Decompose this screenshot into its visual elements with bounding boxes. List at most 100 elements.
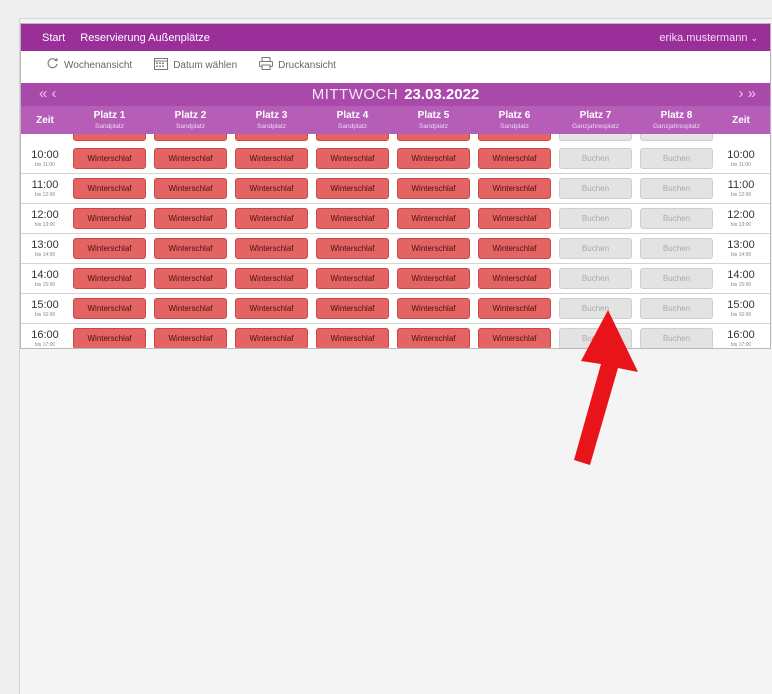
blocked-slot-button: Winterschlaf <box>154 268 227 289</box>
court-type: Sandplatz <box>419 123 448 130</box>
slot-start-time: 14:00 <box>31 268 59 281</box>
blocked-slot-button: Winterschlaf <box>235 268 308 289</box>
blocked-slot-button: Winterschlaf <box>316 208 389 229</box>
slot-cell: Buchen <box>636 174 717 203</box>
slot-cell: Winterschlaf <box>150 174 231 203</box>
court-name: Platz 8 <box>660 110 693 121</box>
slot-cell: Winterschlaf <box>69 174 150 203</box>
slot-start-time: 10:00 <box>727 148 755 161</box>
book-slot-button[interactable]: Buchen <box>559 238 632 259</box>
table-row: 15:00 bis 16:00 Winterschlaf Winterschlaf Wi… <box>21 294 770 324</box>
slot-start-time: 16:00 <box>727 328 755 341</box>
slot-cell: Winterschlaf <box>312 324 393 348</box>
zeit-column-header: Zeit <box>732 114 750 126</box>
blocked-slot-button: Winterschlaf <box>235 148 308 169</box>
slot-cell: Winterschlaf <box>69 204 150 233</box>
slot-start-time: 11:00 <box>31 178 59 191</box>
slot-cell: Winterschlaf <box>69 234 150 263</box>
book-slot-button[interactable]: Buchen <box>559 148 632 169</box>
slot-cell: Buchen <box>555 234 636 263</box>
slot-start-time: 13:00 <box>727 238 755 251</box>
slot-end-time: bis 15:00 <box>730 281 752 288</box>
slot-cell: Winterschlaf <box>231 324 312 348</box>
slot-cell: Buchen <box>636 204 717 233</box>
court-header-3: Platz 3 Sandplatz <box>231 106 312 134</box>
book-slot-button[interactable]: Buchen <box>640 298 713 319</box>
time-spacer <box>21 134 69 144</box>
blocked-slot-button: Winterschlaf <box>154 328 227 348</box>
next-day-arrows[interactable]: › » <box>738 85 756 102</box>
top-nav-bar: Start Reservierung Außenplätze erika.mus… <box>21 24 770 51</box>
blocked-slot-partial <box>316 134 389 141</box>
slot-cell <box>69 134 150 144</box>
nav-start-link[interactable]: Start <box>42 32 65 44</box>
table-row: 10:00 bis 11:00 Winterschlaf Winterschlaf Wi… <box>21 144 770 174</box>
slot-cell <box>150 134 231 144</box>
slot-cell: Winterschlaf <box>393 324 474 348</box>
choose-date-button[interactable]: Datum wählen <box>154 57 237 73</box>
slot-start-time: 16:00 <box>31 328 59 341</box>
slot-cell: Winterschlaf <box>474 234 555 263</box>
slot-start-time: 14:00 <box>727 268 755 281</box>
date-label: 23.03.2022 <box>404 86 480 103</box>
book-slot-button[interactable]: Buchen <box>640 268 713 289</box>
blocked-slot-button: Winterschlaf <box>73 268 146 289</box>
book-slot-button[interactable]: Buchen <box>640 328 713 348</box>
slot-end-time: bis 11:00 <box>731 161 751 168</box>
user-menu[interactable]: erika.mustermann ⌄ <box>659 32 770 44</box>
court-header-7: Platz 7 Ganzjahresplatz <box>555 106 636 134</box>
blocked-slot-button: Winterschlaf <box>397 298 470 319</box>
blocked-slot-button: Winterschlaf <box>73 178 146 199</box>
blocked-slot-button: Winterschlaf <box>478 238 551 259</box>
book-slot-partial <box>640 134 713 141</box>
blocked-slot-button: Winterschlaf <box>154 208 227 229</box>
blocked-slot-button: Winterschlaf <box>397 148 470 169</box>
slot-cell: Buchen <box>555 204 636 233</box>
schedule-grid: 10:00 bis 11:00 Winterschlaf Winterschlaf Wi… <box>21 134 770 348</box>
court-header-6: Platz 6 Sandplatz <box>474 106 555 134</box>
slot-cell: Winterschlaf <box>69 294 150 323</box>
slot-cell: Buchen <box>555 144 636 173</box>
slot-start-time: 11:00 <box>727 178 755 191</box>
blocked-slot-button: Winterschlaf <box>316 328 389 348</box>
time-slot-rows: 10:00 bis 11:00 Winterschlaf Winterschlaf Wi… <box>21 144 770 348</box>
slot-cell: Buchen <box>636 324 717 348</box>
book-slot-button[interactable]: Buchen <box>559 178 632 199</box>
slot-end-time: bis 12:00 <box>34 191 56 198</box>
slot-cell: Buchen <box>636 144 717 173</box>
time-label-left: 16:00 bis 17:00 <box>21 324 69 348</box>
table-row: 14:00 bis 15:00 Winterschlaf Winterschlaf Wi… <box>21 264 770 294</box>
slot-cell: Winterschlaf <box>69 324 150 348</box>
book-slot-button[interactable]: Buchen <box>640 148 713 169</box>
book-slot-button[interactable]: Buchen <box>640 238 713 259</box>
blocked-slot-button: Winterschlaf <box>316 298 389 319</box>
prev-day-arrows[interactable]: « ‹ <box>39 85 57 102</box>
book-slot-button[interactable]: Buchen <box>559 268 632 289</box>
chevron-down-icon: ⌄ <box>750 32 758 43</box>
slot-cell: Winterschlaf <box>312 264 393 293</box>
slot-cell: Winterschlaf <box>150 204 231 233</box>
court-type: Sandplatz <box>257 123 286 130</box>
slot-cell: Winterschlaf <box>393 264 474 293</box>
book-slot-partial <box>559 134 632 141</box>
book-slot-button[interactable]: Buchen <box>559 208 632 229</box>
week-view-button[interactable]: Wochenansicht <box>46 57 132 73</box>
slot-cell: Winterschlaf <box>231 294 312 323</box>
slot-cell <box>231 134 312 144</box>
blocked-slot-button: Winterschlaf <box>73 298 146 319</box>
blocked-slot-button: Winterschlaf <box>397 238 470 259</box>
time-label-right: 14:00 bis 15:00 <box>717 264 765 293</box>
slot-cell: Winterschlaf <box>393 204 474 233</box>
slot-cell: Winterschlaf <box>312 234 393 263</box>
blocked-slot-button: Winterschlaf <box>478 268 551 289</box>
slot-cell: Winterschlaf <box>150 264 231 293</box>
time-label-right: 16:00 bis 17:00 <box>717 324 765 348</box>
time-label-left: 14:00 bis 15:00 <box>21 264 69 293</box>
week-view-label: Wochenansicht <box>64 59 133 71</box>
slot-cell: Winterschlaf <box>474 174 555 203</box>
print-view-button[interactable]: Druckansicht <box>259 57 336 73</box>
table-row: 11:00 bis 12:00 Winterschlaf Winterschlaf Wi… <box>21 174 770 204</box>
book-slot-button[interactable]: Buchen <box>640 178 713 199</box>
book-slot-button[interactable]: Buchen <box>640 208 713 229</box>
nav-reservation-link[interactable]: Reservierung Außenplätze <box>80 32 210 44</box>
